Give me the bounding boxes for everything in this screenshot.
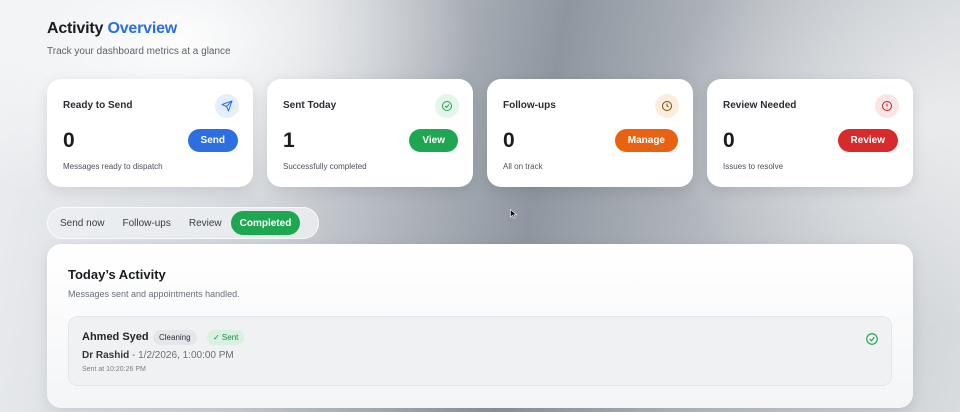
card-sent-today: Sent Today 1 View Successfully completed (267, 79, 473, 187)
page-title: Activity Overview (47, 20, 231, 38)
page-subtitle: Track your dashboard metrics at a glance (47, 46, 231, 57)
page-title-main: Activity (47, 20, 104, 37)
card-description: Successfully completed (283, 162, 367, 171)
card-description: All on track (503, 162, 543, 171)
card-count: 0 (63, 129, 75, 152)
metric-cards: Ready to Send 0 Send Messages ready to d… (47, 79, 913, 187)
patient-name: Ahmed Syed (82, 331, 149, 343)
tab-completed[interactable]: Completed (230, 211, 301, 235)
page-header: Activity Overview Track your dashboard m… (47, 20, 231, 57)
send-button[interactable]: Send (187, 129, 238, 152)
card-count: 1 (283, 129, 295, 152)
clock-icon (655, 94, 679, 118)
tab-review[interactable]: Review (180, 211, 231, 235)
review-button[interactable]: Review (837, 129, 898, 152)
card-title: Sent Today (283, 100, 337, 111)
paper-plane-icon (215, 94, 239, 118)
card-title: Follow-ups (503, 100, 556, 111)
card-count: 0 (723, 129, 735, 152)
card-title: Ready to Send (63, 100, 133, 111)
tab-bar: Send now Follow-ups Review Completed (47, 207, 319, 239)
card-count: 0 (503, 129, 515, 152)
manage-button[interactable]: Manage (614, 129, 678, 152)
alert-circle-icon (875, 94, 899, 118)
view-button[interactable]: View (409, 129, 458, 152)
sent-timestamp: Sent at 10:20:26 PM (82, 366, 146, 373)
panel-subtitle: Messages sent and appointments handled. (68, 289, 240, 299)
panel-title: Today’s Activity (68, 267, 166, 282)
card-title: Review Needed (723, 100, 797, 111)
card-description: Messages ready to dispatch (63, 162, 163, 171)
procedure-badge: Cleaning (153, 330, 197, 345)
activity-item[interactable]: Ahmed Syed Cleaning ✓ Sent Dr Rashid - 1… (68, 316, 892, 386)
status-badge: ✓ Sent (207, 330, 245, 345)
card-follow-ups: Follow-ups 0 Manage All on track (487, 79, 693, 187)
card-ready-to-send: Ready to Send 0 Send Messages ready to d… (47, 79, 253, 187)
doctor-name: Dr Rashid (82, 350, 130, 361)
check-circle-icon (865, 332, 879, 346)
appointment-line: Dr Rashid - 1/2/2026, 1:00:00 PM (82, 350, 234, 361)
appointment-time: - 1/2/2026, 1:00:00 PM (129, 350, 234, 361)
page-title-accent: Overview (107, 20, 178, 37)
card-description: Issues to resolve (723, 162, 784, 171)
mouse-cursor-icon (510, 206, 518, 219)
check-circle-icon (435, 94, 459, 118)
tab-follow-ups[interactable]: Follow-ups (113, 211, 179, 235)
card-review-needed: Review Needed 0 Review Issues to resolve (707, 79, 913, 187)
tab-send-now[interactable]: Send now (51, 211, 113, 235)
todays-activity-panel: Today’s Activity Messages sent and appoi… (47, 244, 913, 408)
